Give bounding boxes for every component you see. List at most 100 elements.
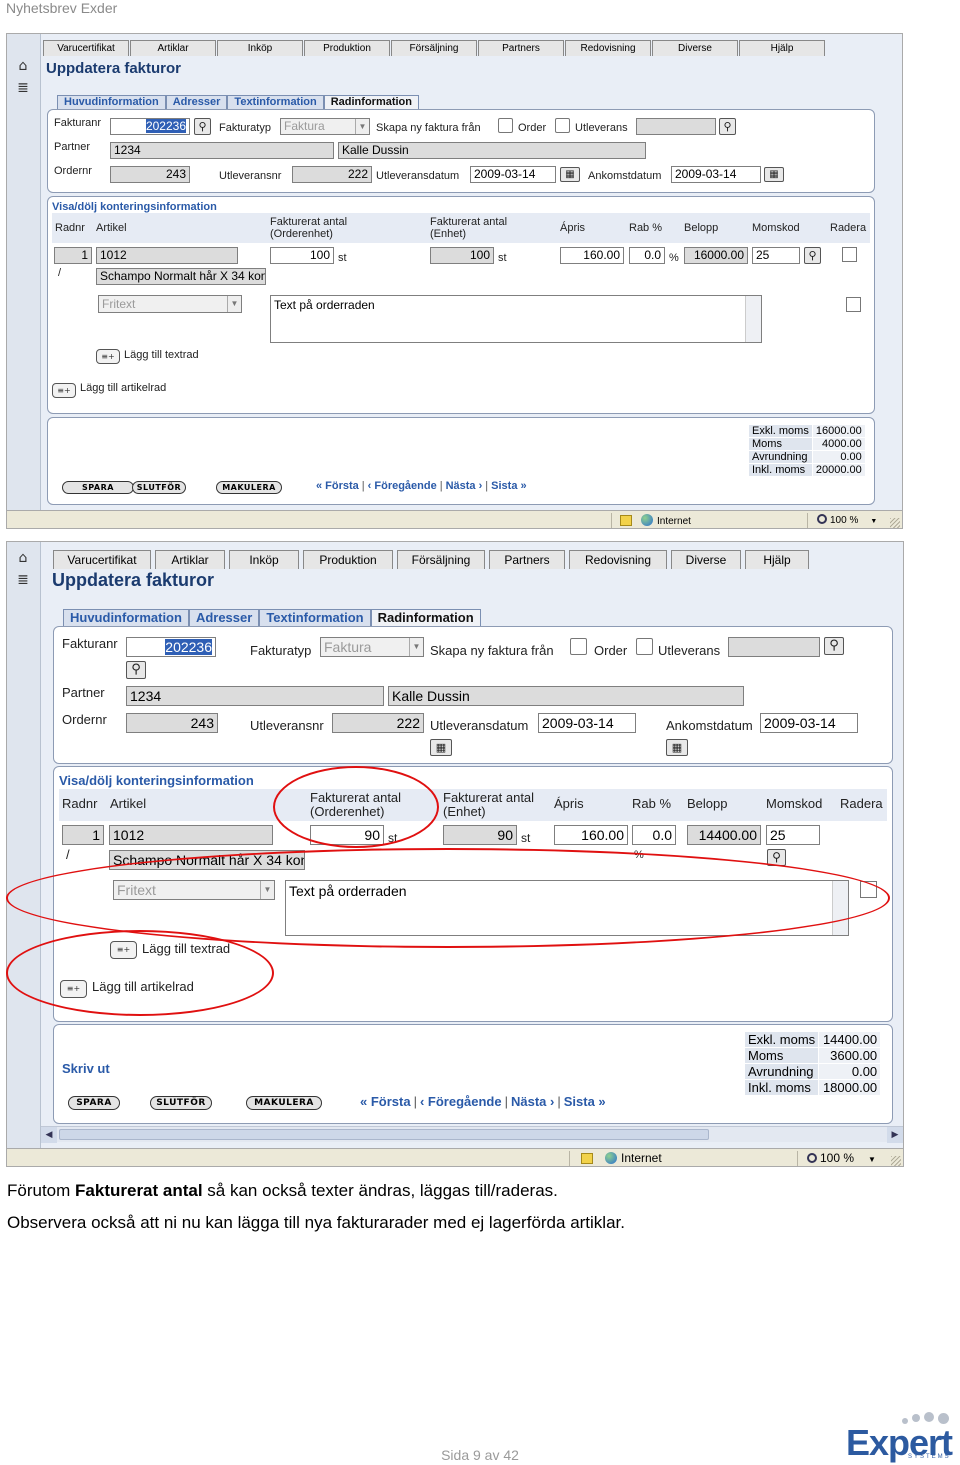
- menu-item[interactable]: Diverse: [671, 550, 741, 569]
- fakturanr-input[interactable]: 202236: [110, 118, 190, 135]
- tab-textinformation[interactable]: Textinformation: [259, 609, 371, 626]
- menu-item[interactable]: Artiklar: [130, 40, 216, 56]
- menu-item[interactable]: Inköp: [217, 40, 303, 56]
- search-icon[interactable]: ⚲: [194, 118, 211, 135]
- add-row-icon[interactable]: ≡+: [60, 980, 87, 998]
- partner-nr-input[interactable]: 1234: [126, 686, 384, 706]
- fritext-select[interactable]: Fritext ▼: [98, 295, 242, 313]
- radera-text-checkbox[interactable]: [860, 881, 877, 898]
- pager-last[interactable]: Sista »: [564, 1094, 606, 1109]
- belopp-input[interactable]: 14400.00: [687, 825, 761, 845]
- save-button[interactable]: SPARA: [62, 481, 134, 494]
- artikel-name-input[interactable]: Schampo Normalt hår X 34 kon: [109, 850, 305, 870]
- cancel-invoice-button[interactable]: MAKULERA: [246, 1096, 322, 1110]
- add-textrow-label[interactable]: Lägg till textrad: [142, 941, 230, 956]
- textarea-scrollbar[interactable]: [832, 881, 848, 935]
- finish-button[interactable]: SLUTFÖR: [132, 481, 186, 494]
- artikel-nr-input[interactable]: 1012: [96, 247, 238, 264]
- pager-last[interactable]: Sista »: [491, 480, 526, 492]
- partner-name-input[interactable]: Kalle Dussin: [338, 142, 646, 159]
- horizontal-scrollbar[interactable]: ◀ ▶: [41, 1126, 903, 1143]
- add-row-icon[interactable]: ≡+: [96, 349, 120, 364]
- toggle-kontering-link[interactable]: Visa/dölj konteringsinformation: [52, 201, 217, 213]
- fakt-antal-enhet-input[interactable]: 100: [430, 247, 494, 264]
- rab-input[interactable]: 0.0: [629, 247, 665, 264]
- momskod-input[interactable]: 25: [766, 825, 820, 845]
- utleverans-input[interactable]: [636, 118, 716, 135]
- toggle-kontering-link[interactable]: Visa/dölj konteringsinformation: [59, 773, 254, 788]
- menu-icon[interactable]: ≣: [15, 80, 31, 96]
- search-icon[interactable]: ⚲: [804, 247, 821, 264]
- fakt-antal-enhet-input[interactable]: 90: [443, 825, 517, 845]
- artikel-name-input[interactable]: Schampo Normalt hår X 34 kon: [96, 268, 266, 285]
- ordernr-input[interactable]: 243: [126, 713, 218, 733]
- fritext-select[interactable]: Fritext ▼: [113, 880, 275, 900]
- print-link[interactable]: Skriv ut: [62, 1061, 110, 1076]
- menu-item[interactable]: Inköp: [229, 550, 299, 569]
- add-textrow-label[interactable]: Lägg till textrad: [124, 349, 199, 361]
- tab-huvudinformation[interactable]: Huvudinformation: [57, 95, 166, 109]
- calendar-icon[interactable]: ▦: [560, 167, 580, 182]
- cancel-invoice-button[interactable]: MAKULERA: [216, 481, 282, 494]
- search-icon[interactable]: ⚲: [767, 849, 786, 866]
- utleveransnr-input[interactable]: 222: [292, 166, 372, 183]
- menu-item[interactable]: Redovisning: [565, 40, 651, 56]
- menu-item[interactable]: Produktion: [303, 550, 393, 569]
- pager-next[interactable]: Nästa ›: [511, 1094, 554, 1109]
- search-icon[interactable]: ⚲: [824, 637, 844, 655]
- menu-icon[interactable]: ≣: [15, 572, 31, 588]
- scroll-right-icon[interactable]: ▶: [887, 1127, 903, 1143]
- pager-next[interactable]: Nästa ›: [446, 480, 483, 492]
- pager-prev[interactable]: ‹ Föregående: [420, 1094, 502, 1109]
- textarea-scrollbar[interactable]: [745, 296, 761, 342]
- utleverans-input[interactable]: [728, 637, 820, 657]
- utleverans-radio[interactable]: [636, 638, 653, 655]
- fakt-antal-order-input[interactable]: 100: [270, 247, 334, 264]
- menu-item[interactable]: Redovisning: [569, 550, 667, 569]
- add-row-icon[interactable]: ≡+: [52, 383, 76, 398]
- tab-adresser[interactable]: Adresser: [165, 95, 228, 109]
- tab-huvudinformation[interactable]: Huvudinformation: [63, 609, 189, 626]
- menu-item[interactable]: Artiklar: [155, 550, 225, 569]
- orderrad-textarea[interactable]: Text på orderraden: [285, 880, 849, 936]
- chevron-down-icon[interactable]: ▼: [868, 1155, 876, 1164]
- search-icon[interactable]: ⚲: [126, 661, 146, 679]
- partner-name-input[interactable]: Kalle Dussin: [388, 686, 744, 706]
- tab-adresser[interactable]: Adresser: [188, 609, 260, 626]
- ankomstdatum-input[interactable]: 2009-03-14: [671, 166, 761, 183]
- add-articlerow-label[interactable]: Lägg till artikelrad: [80, 382, 166, 394]
- calendar-icon[interactable]: ▦: [430, 739, 452, 756]
- belopp-input[interactable]: 16000.00: [684, 247, 748, 264]
- utleveransdatum-input[interactable]: 2009-03-14: [470, 166, 556, 183]
- resize-grip[interactable]: [890, 518, 900, 528]
- calendar-icon[interactable]: ▦: [666, 739, 688, 756]
- ankomstdatum-input[interactable]: 2009-03-14: [760, 713, 858, 733]
- pager-first[interactable]: « Första: [316, 480, 359, 492]
- ordernr-input[interactable]: 243: [110, 166, 190, 183]
- radera-checkbox[interactable]: [842, 247, 857, 262]
- menu-item[interactable]: Produktion: [304, 40, 390, 56]
- scroll-thumb[interactable]: [59, 1129, 709, 1140]
- save-button[interactable]: SPARA: [68, 1096, 120, 1110]
- finish-button[interactable]: SLUTFÖR: [150, 1096, 212, 1110]
- fakturanr-input[interactable]: 202236: [126, 637, 216, 657]
- chevron-down-icon[interactable]: ▼: [870, 518, 877, 525]
- menu-item[interactable]: Diverse: [652, 40, 738, 56]
- resize-grip[interactable]: [891, 1156, 901, 1166]
- utleveransdatum-input[interactable]: 2009-03-14: [538, 713, 636, 733]
- artikel-nr-input[interactable]: 1012: [109, 825, 273, 845]
- tab-radinformation[interactable]: Radinformation: [323, 95, 419, 109]
- menu-item[interactable]: Varucertifikat: [53, 550, 151, 569]
- apris-input[interactable]: 160.00: [554, 825, 628, 845]
- rab-input[interactable]: 0.0: [632, 825, 676, 845]
- radera-text-checkbox[interactable]: [846, 297, 861, 312]
- menu-item[interactable]: Partners: [489, 550, 565, 569]
- menu-item[interactable]: Hjälp: [739, 40, 825, 56]
- tab-textinformation[interactable]: Textinformation: [227, 95, 324, 109]
- home-icon[interactable]: ⌂: [15, 550, 31, 566]
- utleveransnr-input[interactable]: 222: [332, 713, 424, 733]
- partner-nr-input[interactable]: 1234: [110, 142, 334, 159]
- order-radio[interactable]: [498, 118, 513, 133]
- fakturatyp-select[interactable]: Faktura ▼: [320, 637, 424, 657]
- fakt-antal-order-input[interactable]: 90: [310, 825, 384, 845]
